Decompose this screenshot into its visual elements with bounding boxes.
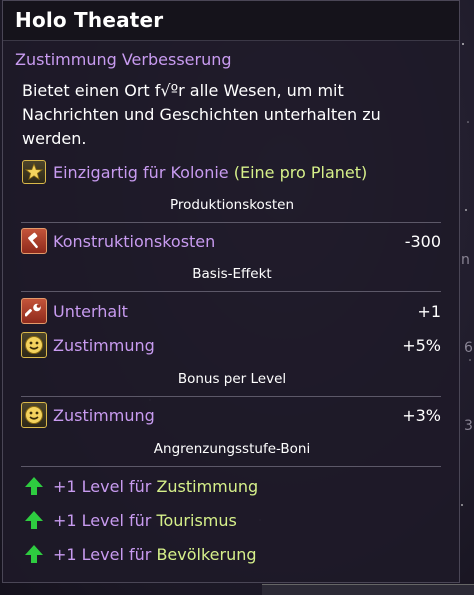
background-panel-edge: n 6 3 (458, 100, 474, 480)
adjacency-row: +1 Level für Tourismus (21, 506, 441, 534)
section-header-adjacency: Angrenzungsstufe-Boni (153, 441, 311, 457)
section-header-per-level: Bonus per Level (177, 371, 287, 387)
adjacency-row: +1 Level für Zustimmung (21, 472, 441, 500)
background-fragment-text: n (461, 252, 470, 268)
adjacency-label: +1 Level für Bevölkerung (53, 544, 257, 564)
tooltip-title: Holo Theater (15, 8, 164, 32)
arrow-up-icon (21, 507, 47, 533)
tooltip-title-bar: Holo Theater (3, 1, 459, 41)
base-effect-label: Unterhalt (53, 301, 128, 321)
per-level-row: Zustimmung +3% (21, 401, 441, 429)
smiley-icon (21, 332, 47, 358)
production-value: -300 (404, 231, 441, 251)
base-effect-row: Unterhalt +1 (21, 297, 441, 325)
wrench-icon (21, 298, 47, 324)
hammer-icon (21, 228, 47, 254)
unique-row: Einzigartig für Kolonie (Eine pro Planet… (21, 158, 441, 186)
arrow-up-icon (21, 541, 47, 567)
building-tooltip: Holo Theater Zustimmung Verbesserung Bie… (2, 0, 460, 583)
section-divider (21, 466, 441, 467)
tooltip-subtitle: Zustimmung Verbesserung (15, 50, 232, 69)
per-level-value: +3% (402, 405, 441, 425)
background-fragment-text: 3 (464, 418, 473, 434)
base-effect-value: +5% (402, 335, 441, 355)
base-effect-row: Zustimmung +5% (21, 331, 441, 359)
background-fragment-text: 6 (464, 340, 473, 356)
section-divider (21, 396, 441, 397)
adjacency-row: +1 Level für Bevölkerung (21, 540, 441, 568)
section-divider (21, 291, 441, 292)
per-level-label: Zustimmung (53, 405, 155, 425)
base-effect-value: +1 (417, 301, 441, 321)
section-header-production: Produktionskosten (169, 197, 295, 213)
adjacency-label: +1 Level für Tourismus (53, 510, 237, 530)
section-divider (21, 222, 441, 223)
adjacency-label: +1 Level für Zustimmung (53, 476, 259, 496)
production-label: Konstruktionskosten (53, 231, 216, 251)
smiley-icon (21, 402, 47, 428)
base-effect-label: Zustimmung (53, 335, 155, 355)
production-row: Konstruktionskosten -300 (21, 227, 441, 255)
unique-label: Einzigartig für Kolonie (Eine pro Planet… (53, 162, 368, 182)
tooltip-description: Bietet einen Ort f√ºr alle Wesen, um mit… (22, 81, 381, 148)
section-header-base-effect: Basis-Effekt (192, 266, 272, 282)
arrow-up-icon (21, 473, 47, 499)
star-icon (21, 159, 47, 185)
background-bottom-panel (262, 584, 474, 595)
